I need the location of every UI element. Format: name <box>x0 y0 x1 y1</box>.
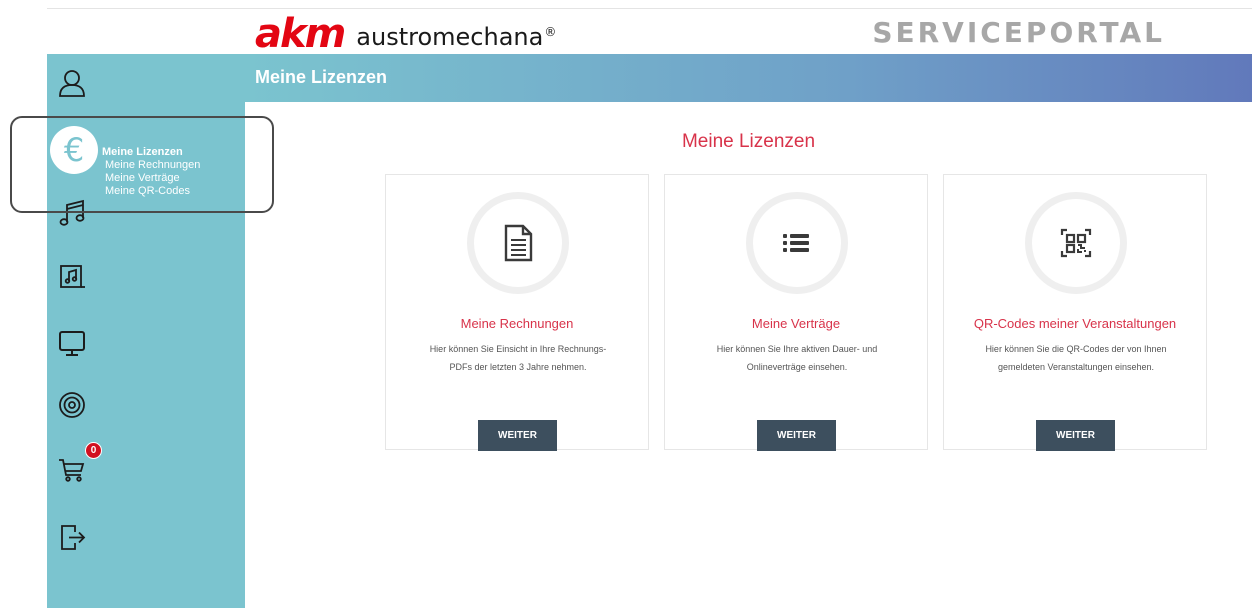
weiter-button[interactable]: WEITER <box>757 420 836 451</box>
music-sheet-icon[interactable] <box>55 260 89 294</box>
card-desc-line: gemeldeten Veranstaltungen einsehen. <box>997 362 1155 372</box>
cart-count-badge: 0 <box>85 442 102 459</box>
card-qr-codes: QR-Codes meiner Veranstaltungen Hier kön… <box>943 174 1207 451</box>
card-title: Meine Rechnungen <box>460 316 574 331</box>
card-desc-line: Hier können Sie Ihre aktiven Dauer- und <box>716 344 878 354</box>
banner-title: Meine Lizenzen <box>255 67 388 87</box>
card-desc-line: Hier können Sie die QR-Codes der von Ihn… <box>985 344 1167 354</box>
card-icon-circle <box>1025 192 1127 294</box>
portal-title: SERVICEPORTAL <box>872 16 1165 49</box>
logo-wordmark: austromechana® <box>356 12 556 57</box>
card-meine-rechnungen: Meine Rechnungen Hier können Sie Einsich… <box>385 174 649 451</box>
card-meine-vertraege: Meine Verträge Hier können Sie Ihre akti… <box>664 174 928 451</box>
menu-highlight-box <box>10 116 274 213</box>
card-description: Hier können Sie Einsicht in Ihre Rechnun… <box>396 340 640 376</box>
weiter-button[interactable]: WEITER <box>478 420 557 451</box>
cart-icon[interactable] <box>55 452 89 486</box>
card-icon-circle <box>467 192 569 294</box>
akm-logo[interactable]: akm austromechana® <box>255 14 556 54</box>
page: akm austromechana® SERVICEPORTAL € Meine… <box>0 0 1252 608</box>
logo-word-text: austromechana <box>356 22 544 51</box>
logo-mark: akm <box>255 11 346 57</box>
disc-icon[interactable] <box>55 388 89 422</box>
header-divider <box>47 8 1252 9</box>
card-title: Meine Verträge <box>751 316 841 331</box>
card-desc-line: Hier können Sie Einsicht in Ihre Rechnun… <box>429 344 607 354</box>
registered-mark: ® <box>544 24 557 39</box>
page-banner: Meine Lizenzen <box>245 54 1252 102</box>
page-title: Meine Lizenzen <box>681 131 816 152</box>
card-desc-line: PDFs der letzten 3 Jahre nehmen. <box>449 362 587 372</box>
card-desc-line: Onlineverträge einsehen. <box>746 362 848 372</box>
logout-icon[interactable] <box>55 520 89 554</box>
list-icon <box>783 234 809 252</box>
card-icon-circle <box>746 192 848 294</box>
card-description: Hier können Sie die QR-Codes der von Ihn… <box>954 340 1198 376</box>
weiter-button[interactable]: WEITER <box>1036 420 1115 451</box>
monitor-icon[interactable] <box>55 326 89 360</box>
card-description: Hier können Sie Ihre aktiven Dauer- und … <box>675 340 919 376</box>
document-icon <box>504 224 533 262</box>
card-title: QR-Codes meiner Veranstaltungen <box>973 316 1177 331</box>
user-icon[interactable] <box>55 66 89 100</box>
qr-code-icon <box>1060 228 1092 258</box>
